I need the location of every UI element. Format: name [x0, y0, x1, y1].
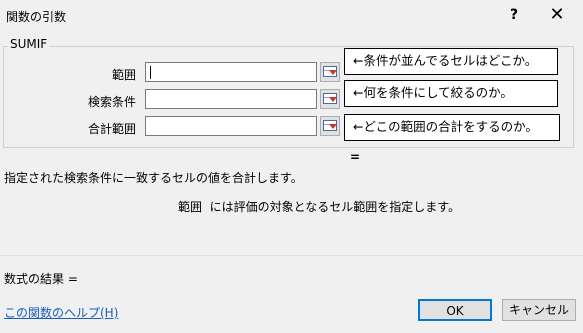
arg-label-sum-range: 合計範囲: [87, 122, 136, 136]
function-help-link[interactable]: この関数のヘルプ(H): [4, 304, 118, 321]
close-button[interactable]: ✕: [545, 2, 569, 28]
arg-label-criteria: 検索条件: [87, 95, 136, 109]
sum-range-ref-button[interactable]: [320, 116, 340, 136]
function-description: 指定された検索条件に一致するセルの値を合計します。: [4, 171, 303, 185]
text-cursor: [150, 66, 151, 79]
note-range: ←条件が並んでるセルはどこか。: [344, 48, 558, 75]
range-ref-button[interactable]: [320, 62, 340, 82]
title-bar: [0, 0, 583, 32]
note-sum-range: ←どこの範囲の合計をするのか。: [344, 114, 560, 141]
help-button[interactable]: ?: [504, 4, 524, 26]
argument-description-text: には評価の対象となるセル範囲を指定します。: [209, 200, 461, 214]
function-name: SUMIF: [8, 37, 50, 51]
divider: [0, 255, 583, 256]
arg-label-range: 範囲: [111, 68, 136, 82]
function-equals: =: [350, 150, 361, 164]
note-criteria: ←何を条件にして絞るのか。: [344, 80, 558, 107]
argument-description: 範囲 には評価の対象となるセル範囲を指定します。: [178, 198, 460, 215]
cancel-button[interactable]: キャンセル: [502, 299, 576, 321]
dialog-title: 関数の引数: [6, 10, 67, 24]
criteria-input[interactable]: [145, 89, 317, 109]
argument-description-name: 範囲: [178, 200, 203, 214]
criteria-ref-button[interactable]: [320, 89, 340, 109]
range-input[interactable]: [145, 62, 317, 82]
ok-button[interactable]: OK: [418, 299, 492, 321]
sum-range-input[interactable]: [145, 116, 317, 136]
formula-result: 数式の結果 =: [4, 272, 78, 286]
